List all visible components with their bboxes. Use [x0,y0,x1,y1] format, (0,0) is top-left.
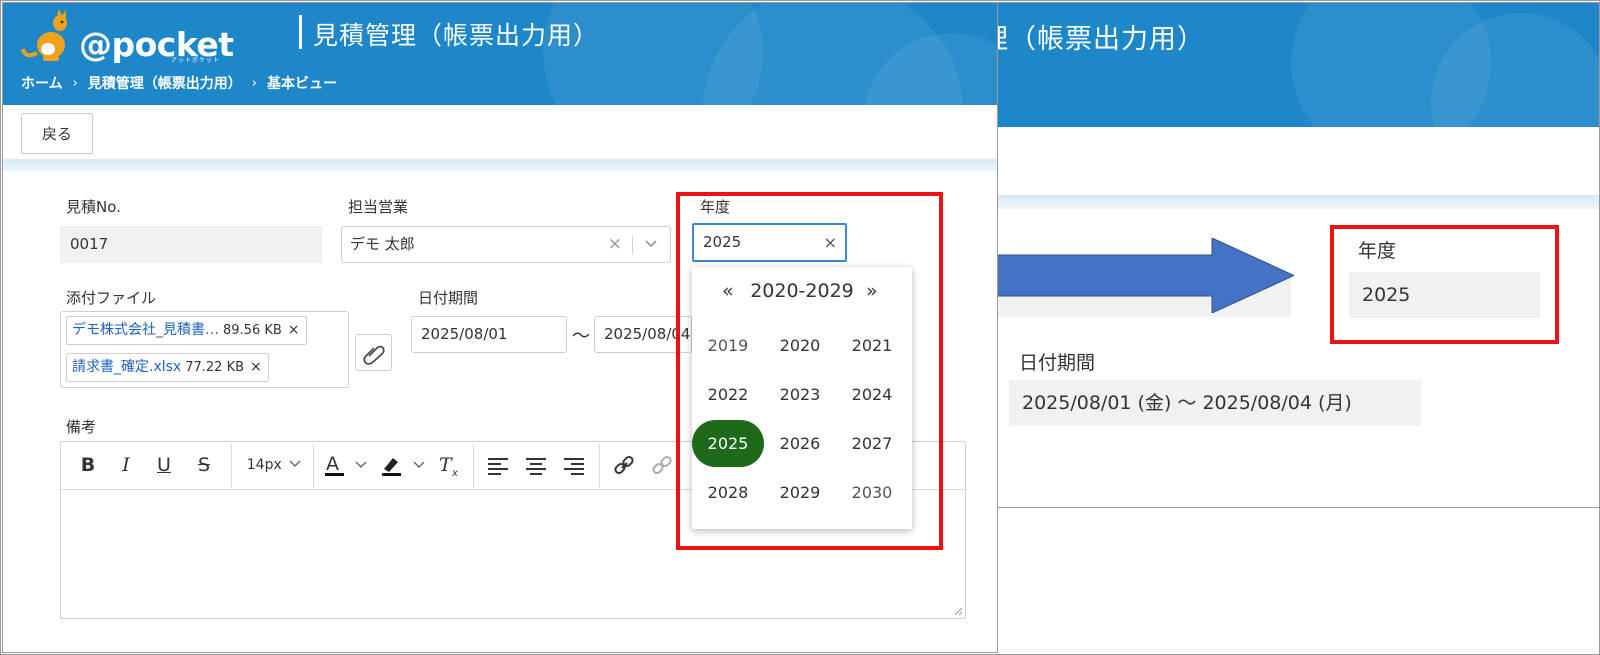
clear-icon[interactable]: × [608,227,622,261]
text-color-icon[interactable]: A [323,450,369,480]
app-header: @pocket アットポケット 見積管理（帳票出力用） ホーム › 見積管理（帳… [3,3,997,105]
sales-rep-value: デモ 太郎 [350,235,415,253]
attachment-label: 添付ファイル [66,289,157,307]
after-page-title: 理（帳票出力用） [981,24,1205,55]
underline-icon[interactable]: U [151,450,177,480]
breadcrumb: ホーム › 見積管理（帳票出力用） › 基本ビュー [21,73,337,93]
file-link[interactable]: 請求書_確定.xlsx [72,359,181,375]
back-button[interactable]: 戻る [21,113,93,154]
svg-text:A: A [326,453,339,475]
italic-icon[interactable]: I [113,450,139,480]
quote-no-label: 見積No. [66,198,121,216]
clear-format-icon[interactable]: Tx [436,450,462,480]
after-period-label: 日付期間 [1019,352,1096,374]
attachment-box[interactable]: デモ株式会社_見積書… 89.56 KB × 請求書_確定.xlsx 77.22 KB… [60,311,349,388]
remove-file-icon[interactable]: × [288,322,300,338]
file-size: 89.56 KB [223,323,282,338]
after-highlight-box [1330,225,1559,344]
remove-file-icon[interactable]: × [250,359,262,375]
link-icon[interactable] [609,450,639,480]
bold-icon[interactable]: B [75,450,101,480]
kangaroo-logo-icon [21,9,67,61]
date-from-input[interactable]: 2025/08/01 [411,316,567,353]
breadcrumb-section[interactable]: 見積管理（帳票出力用） [88,73,242,93]
sales-rep-select[interactable]: デモ 太郎 × [341,226,671,263]
strikethrough-icon[interactable]: S [191,450,217,480]
paperclip-icon [363,345,385,365]
breadcrumb-home[interactable]: ホーム [21,73,63,93]
after-period-value: 2025/08/01 (金) ～ 2025/08/04 (月) [1009,380,1421,426]
highlight-icon[interactable] [379,450,429,480]
svg-text:x: x [451,468,458,479]
right-arrow-icon [972,238,1294,313]
quote-no-field: 0017 [60,226,322,263]
after-header: 理（帳票出力用） [961,3,1599,127]
logo-subtext: アットポケット [171,57,221,64]
file-tag: デモ株式会社_見積書… 89.56 KB × [66,316,307,345]
resize-handle-icon[interactable] [953,606,963,616]
remarks-label: 備考 [66,418,97,436]
align-left-icon[interactable] [483,450,513,480]
file-link[interactable]: デモ株式会社_見積書… [72,322,219,338]
date-range-tilde: ～ [572,326,590,347]
date-range-label: 日付期間 [418,289,479,307]
font-size-select[interactable]: 14px [241,450,307,480]
before-highlight-box [676,192,943,550]
attach-button[interactable] [355,334,392,371]
chevron-down-icon[interactable] [644,227,658,274]
breadcrumb-separator-icon: › [72,75,78,91]
chevron-down-icon [289,460,301,467]
breadcrumb-separator-icon: › [251,75,257,91]
align-right-icon[interactable] [559,450,589,480]
align-center-icon[interactable] [521,450,551,480]
file-size: 77.22 KB [185,360,245,375]
unlink-icon[interactable] [647,450,677,480]
action-toolbar: 戻る [3,105,997,161]
svg-text:T: T [439,454,453,476]
breadcrumb-view: 基本ビュー [267,76,337,92]
sales-rep-label: 担当営業 [348,198,409,216]
app-logo[interactable]: @pocket アットポケット [21,9,234,64]
page-title: 見積管理（帳票出力用） [313,21,600,50]
file-tag: 請求書_確定.xlsx 77.22 KB × [66,353,269,382]
